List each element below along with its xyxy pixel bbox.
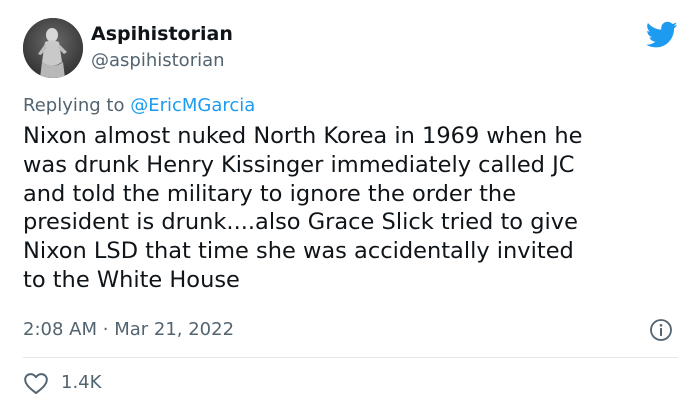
tweet-time: 2:08 AM bbox=[23, 319, 97, 340]
replying-to: Replying to @EricMGarcia bbox=[23, 94, 255, 118]
display-name[interactable]: Aspihistorian bbox=[91, 22, 233, 46]
tweet-text-line: Nixon LSD that time she was accidentally… bbox=[23, 238, 574, 265]
reply-mention-link[interactable]: @EricMGarcia bbox=[130, 95, 255, 116]
tweet-text-line: president is drunk....also Grace Slick t… bbox=[23, 209, 578, 236]
meta-separator: · bbox=[102, 319, 109, 340]
avatar[interactable] bbox=[23, 18, 83, 78]
twitter-bird-icon[interactable] bbox=[646, 21, 678, 49]
statue-avatar-image bbox=[23, 18, 83, 78]
like-button[interactable]: 1.4K bbox=[23, 370, 101, 396]
replying-to-label: Replying to bbox=[23, 95, 125, 116]
user-handle[interactable]: @aspihistorian bbox=[91, 49, 225, 73]
divider bbox=[23, 357, 678, 358]
like-count: 1.4K bbox=[61, 372, 102, 393]
tweet-text-line: was drunk Henry Kissinger immediately ca… bbox=[23, 151, 575, 178]
tweet-timestamp[interactable]: 2:08 AM · Mar 21, 2022 bbox=[23, 318, 234, 342]
tweet-text-line: and told the military to ignore the orde… bbox=[23, 180, 517, 207]
tweet-text: Nixon almost nuked North Korea in 1969 w… bbox=[23, 122, 683, 295]
heart-icon bbox=[24, 373, 48, 395]
tweet-date: Mar 21, 2022 bbox=[114, 319, 235, 340]
info-icon[interactable] bbox=[649, 318, 673, 342]
tweet-text-line: Nixon almost nuked North Korea in 1969 w… bbox=[23, 123, 583, 149]
tweet-card: Aspihistorian @aspihistorian Replying to… bbox=[0, 0, 700, 410]
tweet-text-line: to the White House bbox=[23, 266, 240, 293]
